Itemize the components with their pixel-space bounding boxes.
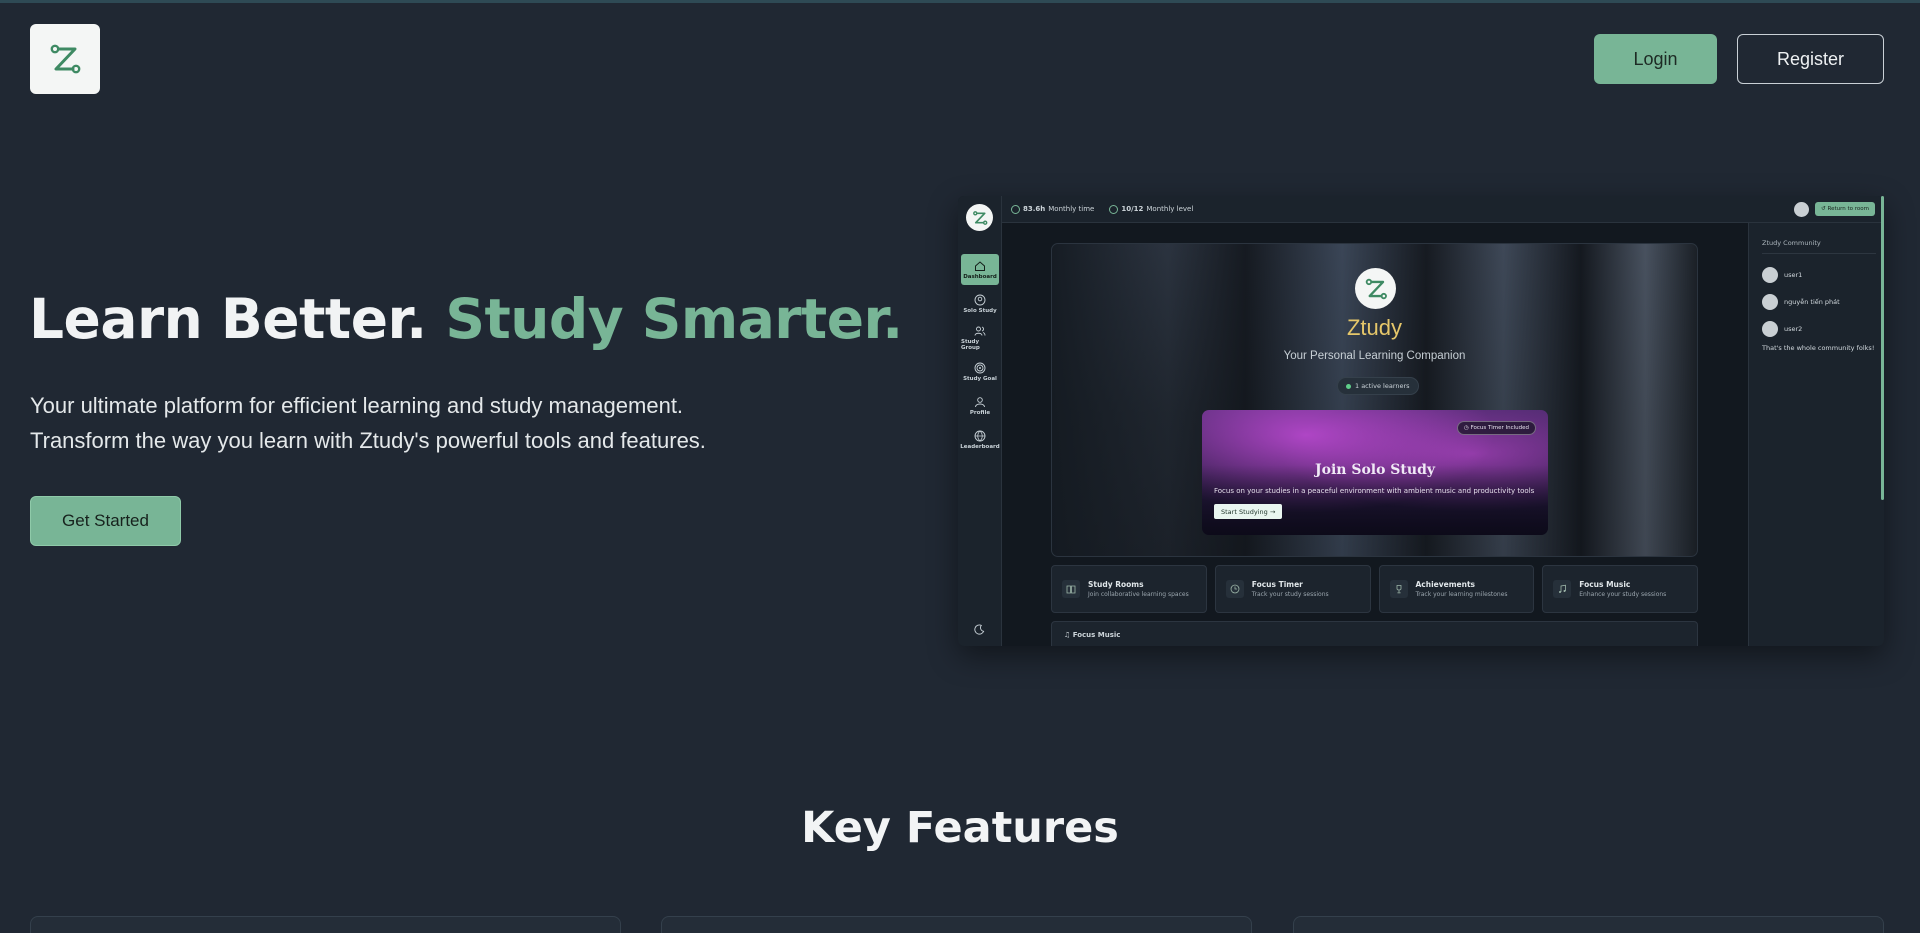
preview-nav: Dashboard Solo Study Study Group Study G… [958, 254, 1002, 458]
preview-nav-label: Study Goal [963, 375, 997, 382]
avatar [1794, 201, 1810, 217]
focus-music-section: ♫ Focus Music [1051, 621, 1698, 646]
feature-achievements: Achievements Track your learning mileston… [1378, 565, 1535, 613]
feature-desc: Enhance your study sessions [1579, 591, 1667, 598]
feature-title: Achievements [1415, 580, 1476, 589]
preview-monthly-level: 10/12 Monthly level [1109, 204, 1194, 214]
preview-nav-leaderboard: Leaderboard [960, 424, 1000, 455]
solo-study-card: ◷ Focus Timer Included Join Solo Study F… [1202, 410, 1548, 535]
music-icon: ♫ [1064, 631, 1073, 639]
monthly-level-label: Monthly level [1146, 205, 1194, 213]
active-learners-badge: 1 active learners [1337, 377, 1419, 395]
register-button[interactable]: Register [1737, 34, 1884, 84]
preview-hero-card: Ztudy Your Personal Learning Companion 1… [1051, 243, 1698, 557]
focus-music-label: Focus Music [1072, 631, 1121, 639]
community-user-name: user1 [1784, 271, 1803, 279]
feature-desc: Track your learning milestones [1415, 591, 1508, 598]
preview-nav-label: Profile [969, 409, 991, 416]
feature-focus-music: Focus Music Enhance your study sessions [1542, 565, 1698, 613]
community-user-name: user2 [1784, 325, 1803, 333]
solo-study-title: Join Solo Study [1315, 462, 1435, 478]
feature-title: Study Rooms [1088, 580, 1144, 589]
preview-nav-label: Solo Study [963, 307, 997, 314]
start-studying-button: Start Studying → [1214, 504, 1283, 519]
preview-brand-name: Ztudy [1346, 315, 1403, 340]
preview-main: Ztudy Your Personal Learning Companion 1… [1002, 223, 1748, 646]
feature-card[interactable] [661, 916, 1252, 933]
community-title: Ztudy Community [1762, 239, 1876, 254]
preview-nav-study-group: Study Group [961, 322, 999, 353]
feature-desc: Join collaborative learning spaces [1088, 591, 1189, 598]
person-icon [975, 396, 985, 407]
clock-icon [1230, 584, 1240, 594]
preview-nav-profile: Profile [961, 390, 999, 421]
focus-timer-badge-text: Focus Timer Included [1470, 425, 1529, 431]
feature-title: Focus Music [1579, 580, 1631, 589]
get-started-button[interactable]: Get Started [30, 496, 181, 546]
hero-subtitle-line1: Your ultimate platform for efficient lea… [30, 393, 684, 418]
community-user: user2 [1762, 321, 1802, 337]
monthly-time-value: 83.6h [1023, 205, 1046, 213]
globe-icon [974, 430, 986, 441]
preview-nav-label: Dashboard [963, 273, 997, 280]
clock-icon [1011, 204, 1020, 214]
preview-feature-row: Study Rooms Join collaborative learning s… [1051, 565, 1698, 613]
solo-study-description: Focus on your studies in a peaceful envi… [1214, 487, 1535, 495]
login-button[interactable]: Login [1594, 34, 1717, 84]
preview-logo [966, 204, 993, 231]
trophy-icon [1396, 585, 1401, 594]
community-user: user1 [1762, 267, 1802, 283]
user-circle-icon [974, 294, 986, 305]
level-icon [1109, 204, 1119, 214]
avatar [1762, 321, 1778, 337]
return-label: Return to room [1827, 206, 1870, 212]
avatar [1762, 294, 1778, 310]
feature-focus-timer: Focus Timer Track your study sessions [1214, 565, 1371, 613]
ztudy-logo-icon [972, 210, 987, 225]
feature-card[interactable] [1293, 916, 1884, 933]
home-icon [975, 260, 985, 271]
users-icon [974, 326, 986, 336]
feature-card[interactable] [30, 916, 621, 933]
return-to-room-button: ↺ Return to room [1815, 202, 1875, 216]
target-icon [974, 362, 986, 373]
preview-nav-dashboard: Dashboard [961, 254, 999, 285]
moon-icon [974, 624, 985, 635]
monthly-level-value: 10/12 [1121, 205, 1144, 213]
avatar [1762, 267, 1778, 283]
preview-sidebar: Dashboard Solo Study Study Group Study G… [958, 196, 1002, 646]
hero-title-main: Learn Better. [29, 287, 427, 351]
preview-topbar: 83.6h Monthly time 10/12 Monthly level ↺… [1002, 196, 1884, 223]
preview-nav-label: Leaderboard [960, 443, 1000, 450]
music-icon [1559, 584, 1567, 593]
site-logo[interactable] [30, 24, 100, 94]
monthly-time-label: Monthly time [1048, 205, 1095, 213]
community-note: That's the whole community folks! [1762, 344, 1875, 352]
key-features-title: Key Features [801, 803, 1119, 853]
ztudy-logo-icon [1365, 278, 1387, 299]
hero-title-accent: Study Smarter. [445, 287, 903, 351]
hero-title: Learn Better. Study Smarter. [29, 287, 903, 351]
preview-nav-label: Study Group [961, 338, 980, 351]
feature-study-rooms: Study Rooms Join collaborative learning s… [1051, 565, 1207, 613]
community-user: nguyễn tiến phát [1762, 294, 1840, 310]
hero-subtitle-line2: Transform the way you learn with Ztudy's… [30, 428, 706, 453]
preview-brand-logo [1355, 268, 1396, 309]
community-panel: Ztudy Community user1 nguyễn tiến phát u… [1748, 223, 1884, 646]
hero-subtitle: Your ultimate platform for efficient lea… [30, 388, 910, 458]
app-preview-screenshot: Dashboard Solo Study Study Group Study G… [958, 196, 1884, 646]
preview-tagline: Your Personal Learning Companion [1283, 350, 1466, 362]
feature-desc: Track your study sessions [1251, 591, 1329, 598]
preview-monthly-time: 83.6h Monthly time [1011, 204, 1095, 214]
feature-title: Focus Timer [1251, 580, 1303, 589]
preview-nav-solo-study: Solo Study [961, 288, 999, 319]
focus-timer-badge: ◷ Focus Timer Included [1457, 421, 1536, 435]
preview-nav-study-goal: Study Goal [961, 356, 999, 387]
online-dot-icon [1346, 383, 1351, 389]
preview-scroll-indicator [1881, 196, 1884, 500]
ztudy-logo-icon [50, 44, 81, 74]
active-learners-text: 1 active learners [1355, 382, 1410, 390]
book-icon [1066, 585, 1076, 594]
community-user-name: nguyễn tiến phát [1784, 298, 1840, 306]
